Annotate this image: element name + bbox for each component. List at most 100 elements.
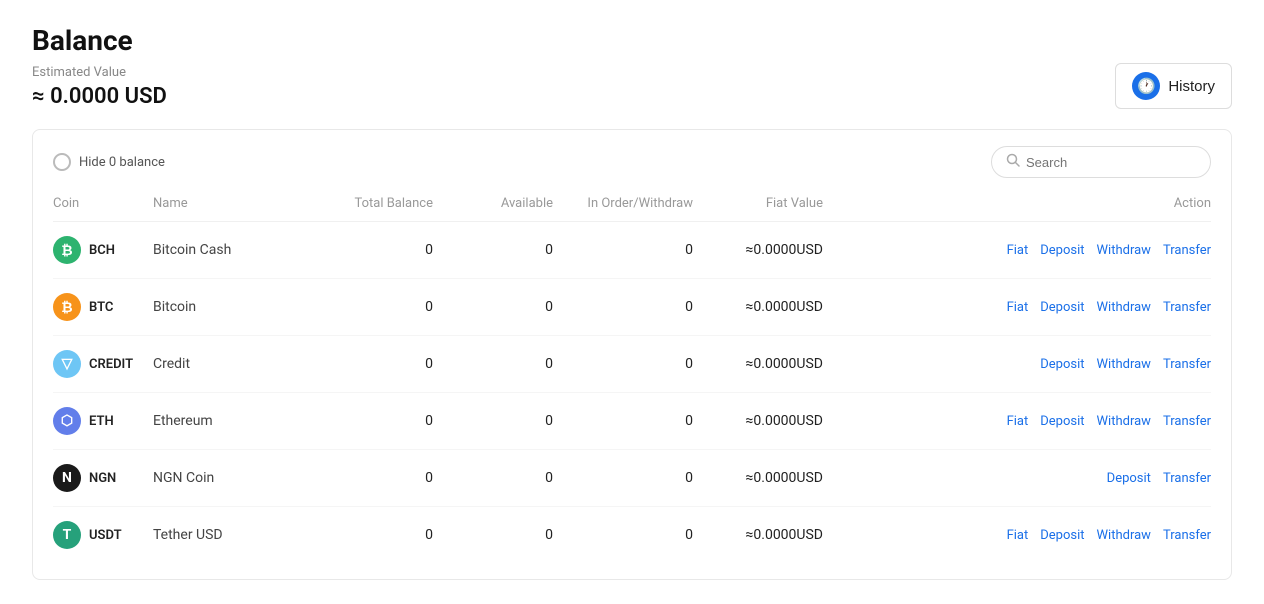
table-row: ₿ BCH Bitcoin Cash000≈0.0000USDFiatDepos… [53,222,1211,279]
coin-name: Tether USD [153,507,313,564]
coin-cell-bch: ₿ BCH [53,222,153,279]
col-header-inorder: In Order/Withdraw [553,190,693,222]
fiat-value: ≈0.0000USD [693,393,823,450]
hide-balance-toggle[interactable]: Hide 0 balance [53,153,165,171]
fiat-value: ≈0.0000USD [693,450,823,507]
estimated-label: Estimated Value [32,65,167,80]
col-header-coin: Coin [53,190,153,222]
balance-table: Coin Name Total Balance Available In Ord… [53,190,1211,563]
coin-ticker: BCH [89,243,115,258]
available-balance: 0 [433,507,553,564]
coin-cell-btc: ₿ BTC [53,279,153,336]
action-fiat-eth[interactable]: Fiat [1007,414,1029,429]
search-input[interactable] [1026,155,1196,170]
coin-icon-bch: ₿ [53,236,81,264]
coin-icon-btc: ₿ [53,293,81,321]
hide-balance-icon [53,153,71,171]
table-row: N NGN NGN Coin000≈0.0000USDDepositTransf… [53,450,1211,507]
available-balance: 0 [433,222,553,279]
action-fiat-bch[interactable]: Fiat [1007,243,1029,258]
coin-ticker: USDT [89,528,122,543]
inorder-balance: 0 [553,450,693,507]
action-cell: Fiat Deposit Withdraw Transfer [823,507,1211,564]
action-transfer-ngn[interactable]: Transfer [1163,471,1211,486]
col-header-action: Action [823,190,1211,222]
coin-ticker: BTC [89,300,113,315]
table-row: ⬡ ETH Ethereum000≈0.0000USDFiatDepositWi… [53,393,1211,450]
total-balance: 0 [313,450,433,507]
coin-icon-eth: ⬡ [53,407,81,435]
inorder-balance: 0 [553,222,693,279]
estimated-value: ≈ 0.0000 USD [32,84,167,109]
history-button-label: History [1168,78,1215,95]
page-title: Balance [32,24,167,57]
coin-name: NGN Coin [153,450,313,507]
action-withdraw-usdt[interactable]: Withdraw [1097,528,1151,543]
coin-name: Bitcoin Cash [153,222,313,279]
coin-ticker: ETH [89,414,114,429]
action-deposit-ngn[interactable]: Deposit [1107,471,1151,486]
inorder-balance: 0 [553,393,693,450]
action-cell: Deposit Transfer [823,450,1211,507]
toolbar: Hide 0 balance [53,146,1211,178]
table-row: T USDT Tether USD000≈0.0000USDFiatDeposi… [53,507,1211,564]
action-deposit-btc[interactable]: Deposit [1040,300,1084,315]
coin-name: Bitcoin [153,279,313,336]
inorder-balance: 0 [553,336,693,393]
coin-cell-ngn: N NGN [53,450,153,507]
search-icon [1006,153,1020,171]
inorder-balance: 0 [553,279,693,336]
action-deposit-eth[interactable]: Deposit [1040,414,1084,429]
col-header-total: Total Balance [313,190,433,222]
coin-ticker: NGN [89,471,116,486]
available-balance: 0 [433,279,553,336]
coin-icon-ngn: N [53,464,81,492]
coin-icon-credit: ▽ [53,350,81,378]
inorder-balance: 0 [553,507,693,564]
hide-balance-label: Hide 0 balance [79,155,165,170]
total-balance: 0 [313,279,433,336]
action-cell: Fiat Deposit Withdraw Transfer [823,222,1211,279]
coin-name: Ethereum [153,393,313,450]
table-row: ₿ BTC Bitcoin000≈0.0000USDFiatDepositWit… [53,279,1211,336]
action-deposit-bch[interactable]: Deposit [1040,243,1084,258]
coin-cell-eth: ⬡ ETH [53,393,153,450]
action-fiat-btc[interactable]: Fiat [1007,300,1029,315]
action-transfer-eth[interactable]: Transfer [1163,414,1211,429]
action-cell: Deposit Withdraw Transfer [823,336,1211,393]
action-withdraw-bch[interactable]: Withdraw [1097,243,1151,258]
total-balance: 0 [313,393,433,450]
coin-icon-usdt: T [53,521,81,549]
coin-cell-usdt: T USDT [53,507,153,564]
total-balance: 0 [313,336,433,393]
fiat-value: ≈0.0000USD [693,279,823,336]
fiat-value: ≈0.0000USD [693,222,823,279]
available-balance: 0 [433,393,553,450]
fiat-value: ≈0.0000USD [693,336,823,393]
action-deposit-usdt[interactable]: Deposit [1040,528,1084,543]
total-balance: 0 [313,507,433,564]
action-transfer-usdt[interactable]: Transfer [1163,528,1211,543]
available-balance: 0 [433,336,553,393]
table-row: ▽ CREDIT Credit000≈0.0000USDDepositWithd… [53,336,1211,393]
history-icon: 🕐 [1132,72,1160,100]
coin-name: Credit [153,336,313,393]
action-withdraw-btc[interactable]: Withdraw [1097,300,1151,315]
action-cell: Fiat Deposit Withdraw Transfer [823,279,1211,336]
action-withdraw-eth[interactable]: Withdraw [1097,414,1151,429]
col-header-fiat: Fiat Value [693,190,823,222]
action-cell: Fiat Deposit Withdraw Transfer [823,393,1211,450]
action-fiat-usdt[interactable]: Fiat [1007,528,1029,543]
search-box[interactable] [991,146,1211,178]
total-balance: 0 [313,222,433,279]
col-header-name: Name [153,190,313,222]
coin-cell-credit: ▽ CREDIT [53,336,153,393]
fiat-value: ≈0.0000USD [693,507,823,564]
history-button[interactable]: 🕐 History [1115,63,1232,109]
action-transfer-bch[interactable]: Transfer [1163,243,1211,258]
action-withdraw-credit[interactable]: Withdraw [1097,357,1151,372]
action-transfer-credit[interactable]: Transfer [1163,357,1211,372]
available-balance: 0 [433,450,553,507]
action-transfer-btc[interactable]: Transfer [1163,300,1211,315]
action-deposit-credit[interactable]: Deposit [1040,357,1084,372]
